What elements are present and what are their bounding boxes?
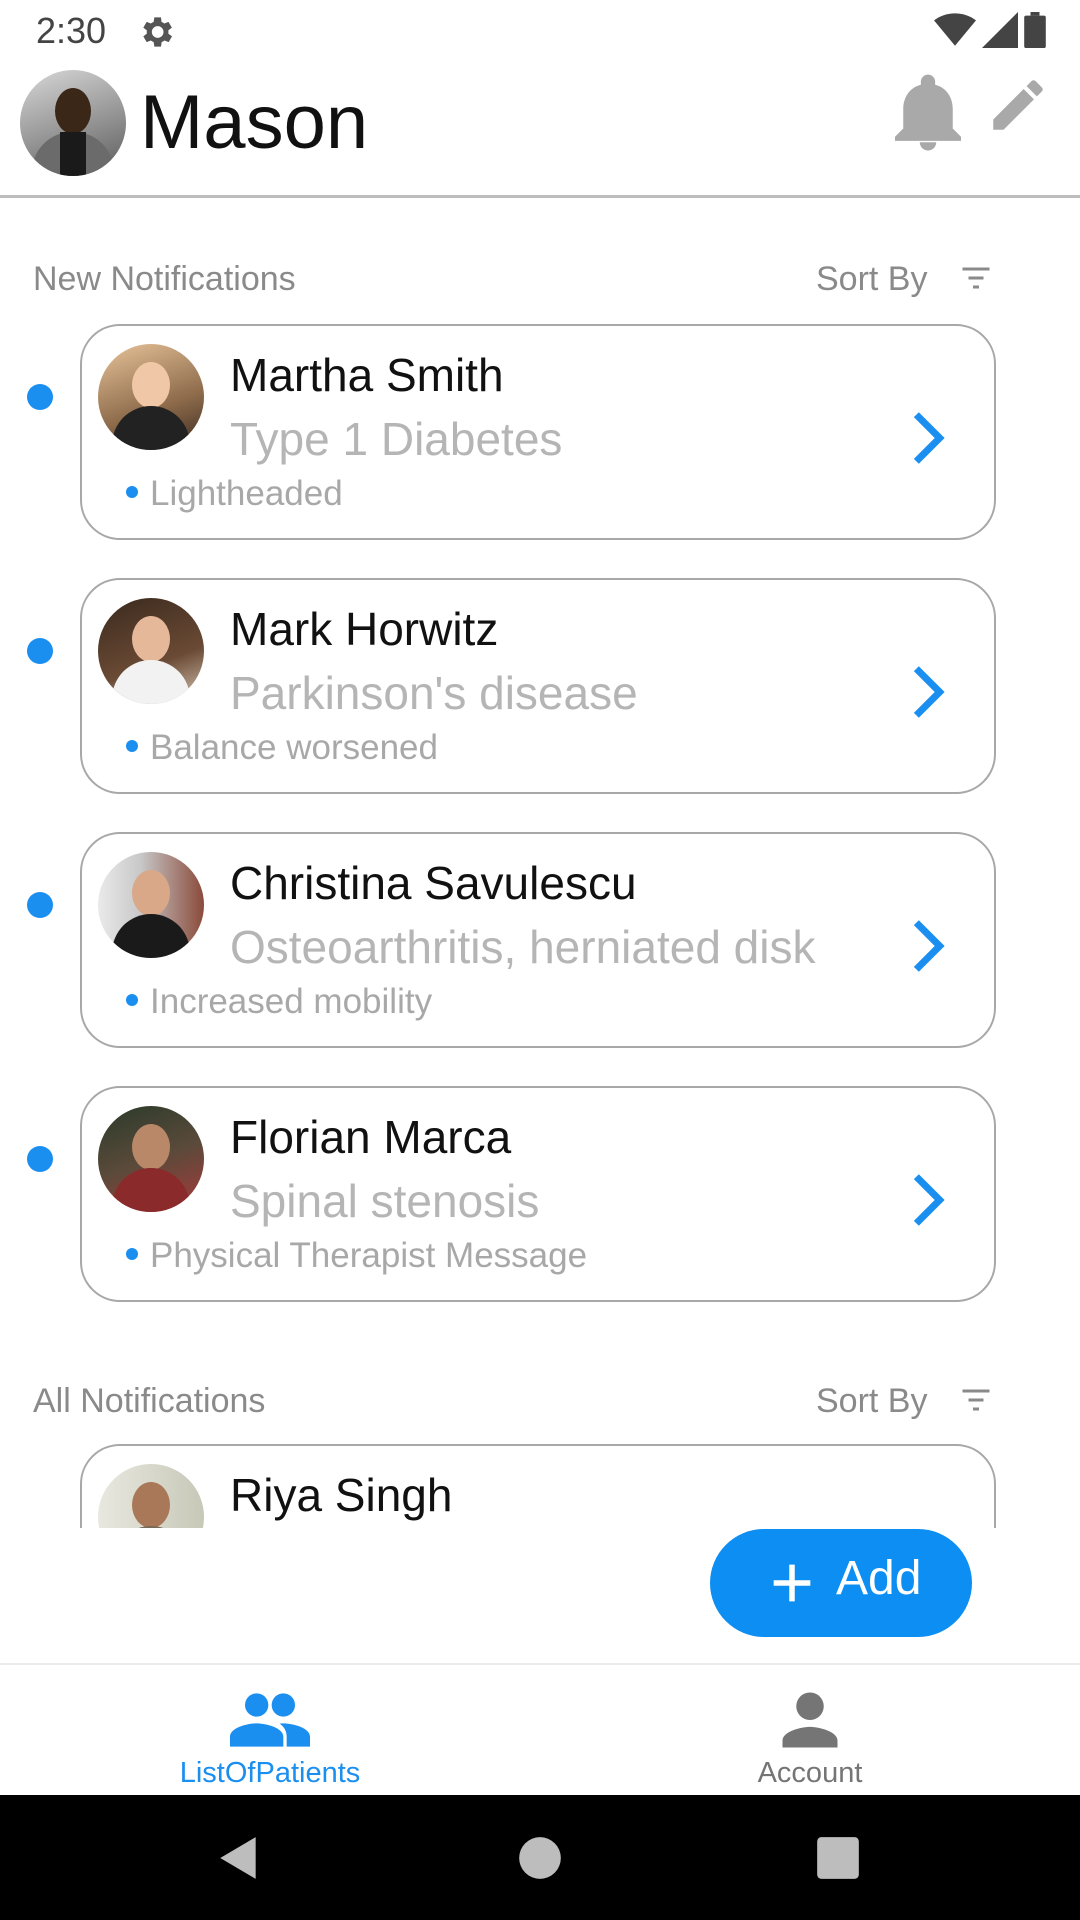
patient-condition: Type 1 Diabetes bbox=[230, 413, 563, 465]
back-icon[interactable] bbox=[214, 1833, 264, 1883]
section-title: New Notifications bbox=[33, 260, 296, 298]
nav-label: Account bbox=[757, 1757, 863, 1789]
battery-icon bbox=[1024, 12, 1046, 48]
signal-icon bbox=[982, 12, 1018, 48]
notification-row: Florian Marca Spinal stenosis Physical T… bbox=[0, 1086, 1080, 1304]
patient-card[interactable]: Riya Singh bbox=[80, 1444, 996, 1528]
patient-avatar bbox=[98, 598, 204, 704]
patient-note: Lightheaded bbox=[150, 474, 343, 513]
filter-icon[interactable] bbox=[958, 1382, 994, 1418]
bell-icon[interactable] bbox=[895, 72, 961, 152]
notification-row: Christina Savulescu Osteoarthritis, hern… bbox=[0, 832, 1080, 1050]
recents-icon[interactable] bbox=[813, 1833, 863, 1883]
patient-card[interactable]: Mark Horwitz Parkinson's disease Balance… bbox=[80, 578, 996, 794]
patient-condition: Spinal stenosis bbox=[230, 1175, 540, 1227]
person-icon bbox=[782, 1692, 838, 1748]
nav-item-list-of-patients[interactable]: ListOfPatients bbox=[0, 1665, 540, 1795]
patient-condition: Parkinson's disease bbox=[230, 667, 638, 719]
patient-condition: Osteoarthritis, herniated disk bbox=[230, 921, 816, 973]
sort-by-button[interactable]: Sort By bbox=[816, 260, 927, 299]
chevron-right-icon[interactable] bbox=[908, 1172, 948, 1228]
status-bar: 2:30 bbox=[0, 0, 1080, 62]
bottom-navigation: ListOfPatients Account bbox=[0, 1663, 1080, 1795]
patient-name: Riya Singh bbox=[230, 1469, 453, 1521]
patient-card[interactable]: Florian Marca Spinal stenosis Physical T… bbox=[80, 1086, 996, 1302]
patient-name: Mark Horwitz bbox=[230, 603, 499, 655]
unread-indicator bbox=[27, 892, 53, 918]
patient-note: Physical Therapist Message bbox=[150, 1236, 588, 1275]
wifi-icon bbox=[934, 13, 976, 46]
chevron-right-icon[interactable] bbox=[908, 664, 948, 720]
notification-row: Martha Smith Type 1 Diabetes Lightheaded bbox=[0, 324, 1080, 542]
section-title: All Notifications bbox=[33, 1382, 266, 1420]
filter-icon[interactable] bbox=[958, 260, 994, 296]
add-button[interactable]: Add bbox=[710, 1529, 972, 1637]
home-icon[interactable] bbox=[515, 1833, 565, 1883]
add-button-label: Add bbox=[836, 1552, 922, 1605]
patient-card[interactable]: Christina Savulescu Osteoarthritis, hern… bbox=[80, 832, 996, 1048]
note-dot bbox=[126, 1248, 138, 1260]
new-notifications-header: New Notifications Sort By bbox=[0, 260, 1080, 310]
nav-label: ListOfPatients bbox=[179, 1757, 361, 1789]
patient-avatar bbox=[98, 344, 204, 450]
note-dot bbox=[126, 740, 138, 752]
system-navigation-bar bbox=[0, 1795, 1080, 1920]
sort-by-button[interactable]: Sort By bbox=[816, 1382, 927, 1421]
chevron-right-icon[interactable] bbox=[908, 918, 948, 974]
pencil-icon[interactable] bbox=[985, 72, 1051, 138]
nav-item-account[interactable]: Account bbox=[540, 1665, 1080, 1795]
status-icons bbox=[934, 12, 1046, 48]
note-dot bbox=[126, 994, 138, 1006]
note-dot bbox=[126, 486, 138, 498]
gear-icon bbox=[143, 17, 172, 47]
notification-row: Mark Horwitz Parkinson's disease Balance… bbox=[0, 578, 1080, 796]
patient-note: Balance worsened bbox=[150, 728, 438, 767]
page-title: Mason bbox=[140, 80, 369, 165]
plus-icon bbox=[773, 1564, 811, 1602]
unread-indicator bbox=[27, 638, 53, 664]
app-header: Mason bbox=[0, 62, 1080, 198]
patient-card[interactable]: Martha Smith Type 1 Diabetes Lightheaded bbox=[80, 324, 996, 540]
unread-indicator bbox=[27, 384, 53, 410]
all-notifications-header: All Notifications Sort By bbox=[0, 1382, 1080, 1432]
status-time: 2:30 bbox=[36, 10, 107, 51]
patient-avatar bbox=[98, 1106, 204, 1212]
patient-avatar bbox=[98, 852, 204, 958]
patient-note: Increased mobility bbox=[150, 982, 433, 1021]
patient-name: Christina Savulescu bbox=[230, 857, 637, 909]
people-icon bbox=[230, 1693, 310, 1747]
patient-name: Florian Marca bbox=[230, 1111, 512, 1163]
chevron-right-icon[interactable] bbox=[908, 410, 948, 466]
patient-avatar bbox=[98, 1464, 204, 1528]
unread-indicator bbox=[27, 1146, 53, 1172]
avatar[interactable] bbox=[20, 70, 126, 176]
all-notifications-list[interactable]: Riya Singh bbox=[0, 1444, 1080, 1528]
patient-name: Martha Smith bbox=[230, 349, 504, 401]
